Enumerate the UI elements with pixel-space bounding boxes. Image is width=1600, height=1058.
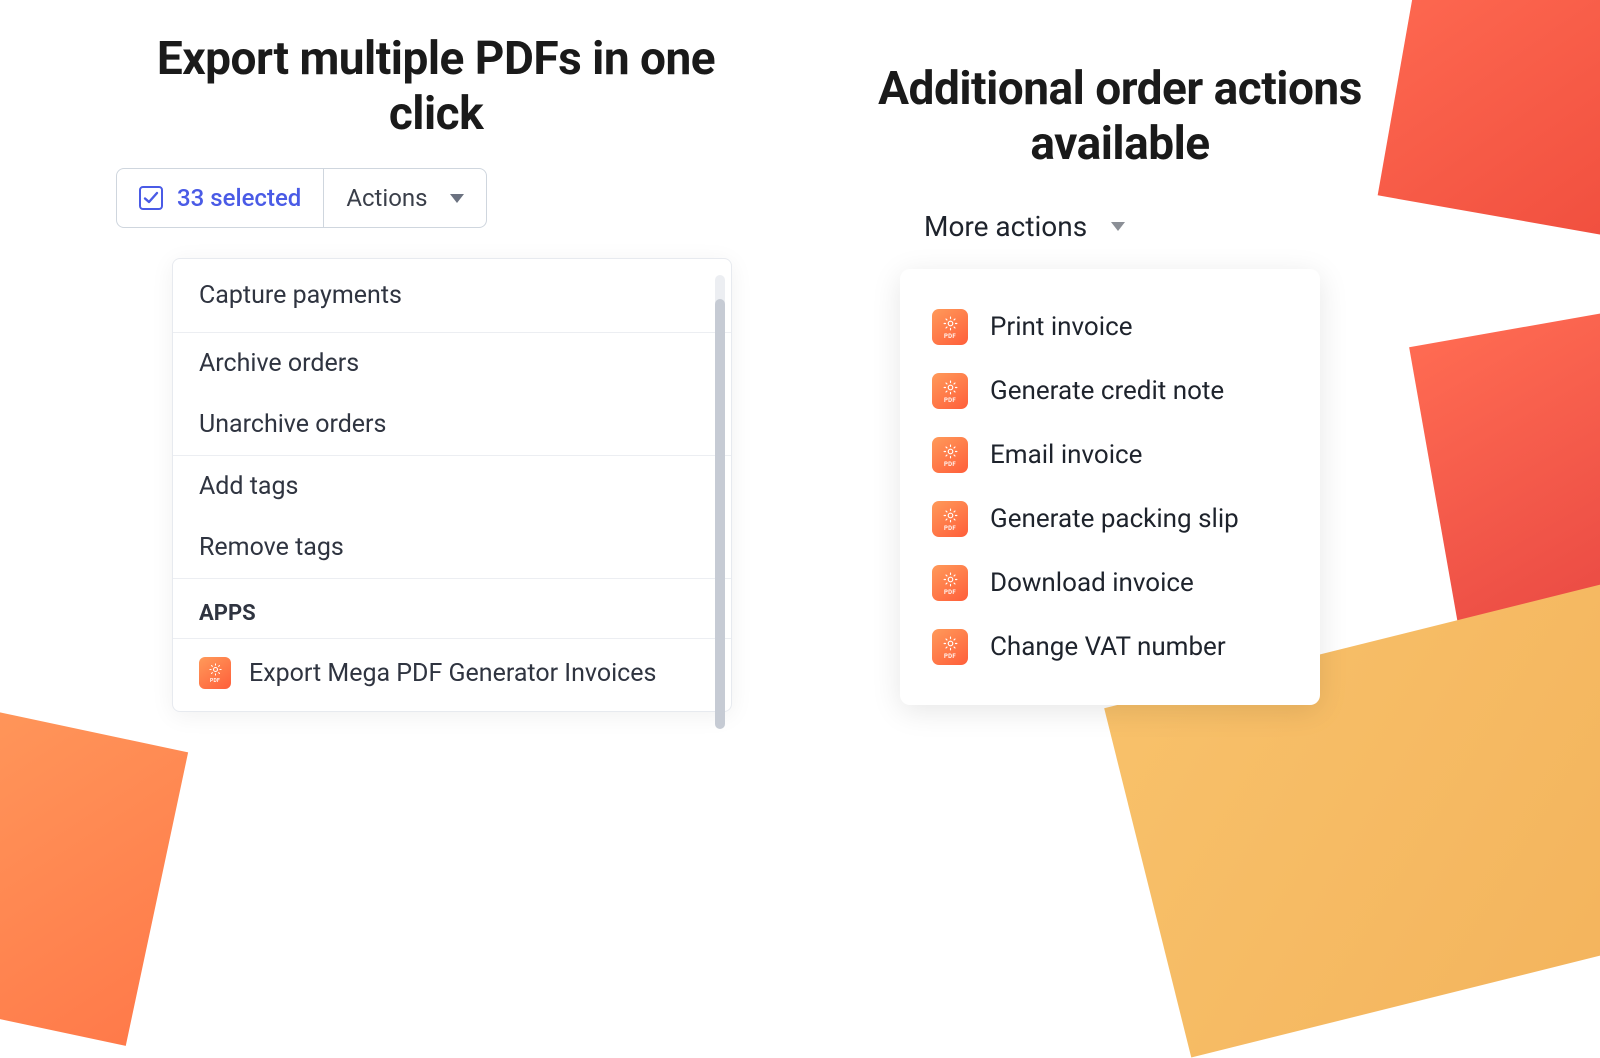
pdf-app-icon: PDF [932, 373, 968, 409]
menu-item-print-invoice[interactable]: PDF Print invoice [900, 295, 1320, 359]
gear-icon [942, 507, 959, 524]
menu-item-unarchive-orders[interactable]: Unarchive orders [173, 394, 731, 456]
menu-item-label: Download invoice [990, 568, 1194, 598]
scroll-thumb[interactable] [715, 299, 725, 729]
menu-item-label: Email invoice [990, 440, 1142, 470]
pdf-icon-label: PDF [210, 678, 220, 684]
heading-export-pdfs: Export multiple PDFs in one click [116, 32, 756, 142]
more-actions-menu: PDF Print invoice PDF Generate credit no… [900, 269, 1320, 705]
more-actions-label: More actions [924, 210, 1087, 243]
pdf-app-icon: PDF [932, 501, 968, 537]
gear-icon [942, 379, 959, 396]
menu-item-label: Export Mega PDF Generator Invoices [249, 659, 656, 688]
menu-item-email-invoice[interactable]: PDF Email invoice [900, 423, 1320, 487]
gear-icon [942, 571, 959, 588]
left-column: Export multiple PDFs in one click 33 sel… [116, 32, 756, 228]
menu-item-generate-credit-note[interactable]: PDF Generate credit note [900, 359, 1320, 423]
select-all-checkbox[interactable] [139, 186, 163, 210]
bulk-actions-toolbar: 33 selected Actions [116, 168, 487, 228]
menu-item-change-vat-number[interactable]: PDF Change VAT number [900, 615, 1320, 679]
pdf-app-icon: PDF [932, 437, 968, 473]
menu-item-label: Change VAT number [990, 632, 1226, 662]
menu-item-capture-payments[interactable]: Capture payments [173, 259, 731, 333]
pdf-icon-label: PDF [944, 397, 956, 404]
menu-item-download-invoice[interactable]: PDF Download invoice [900, 551, 1320, 615]
menu-item-export-pdf-app[interactable]: PDF Export Mega PDF Generator Invoices [173, 639, 731, 711]
menu-item-generate-packing-slip[interactable]: PDF Generate packing slip [900, 487, 1320, 551]
menu-item-label: Print invoice [990, 312, 1132, 342]
actions-label: Actions [346, 184, 427, 212]
heading-additional-actions: Additional order actions available [820, 62, 1420, 172]
right-column: Additional order actions available More … [820, 62, 1420, 705]
decorative-shape [0, 694, 188, 1046]
gear-icon [942, 315, 959, 332]
pdf-icon-label: PDF [944, 653, 956, 660]
gear-icon [942, 443, 959, 460]
menu-item-add-tags[interactable]: Add tags [173, 456, 731, 517]
menu-item-remove-tags[interactable]: Remove tags [173, 517, 731, 578]
menu-item-label: Generate credit note [990, 376, 1224, 406]
gear-icon [942, 635, 959, 652]
pdf-icon-label: PDF [944, 461, 956, 468]
pdf-app-icon: PDF [932, 565, 968, 601]
pdf-icon-label: PDF [944, 525, 956, 532]
menu-item-label: Generate packing slip [990, 504, 1239, 534]
menu-item-archive-orders[interactable]: Archive orders [173, 333, 731, 394]
actions-dropdown-menu: Capture payments Archive orders Unarchiv… [172, 258, 732, 712]
scrollbar[interactable] [715, 275, 725, 695]
more-actions-dropdown-button[interactable]: More actions [924, 210, 1420, 243]
chevron-down-icon [1111, 222, 1125, 231]
pdf-app-icon: PDF [199, 657, 231, 689]
gear-icon [208, 662, 223, 677]
selected-count-label: 33 selected [177, 184, 301, 212]
pdf-app-icon: PDF [932, 629, 968, 665]
menu-section-apps: APPS [173, 578, 731, 639]
checkmark-icon [143, 190, 159, 206]
chevron-down-icon [450, 194, 464, 203]
pdf-icon-label: PDF [944, 333, 956, 340]
pdf-icon-label: PDF [944, 589, 956, 596]
selected-count-segment[interactable]: 33 selected [117, 169, 323, 227]
pdf-app-icon: PDF [932, 309, 968, 345]
actions-dropdown-button[interactable]: Actions [323, 169, 485, 227]
